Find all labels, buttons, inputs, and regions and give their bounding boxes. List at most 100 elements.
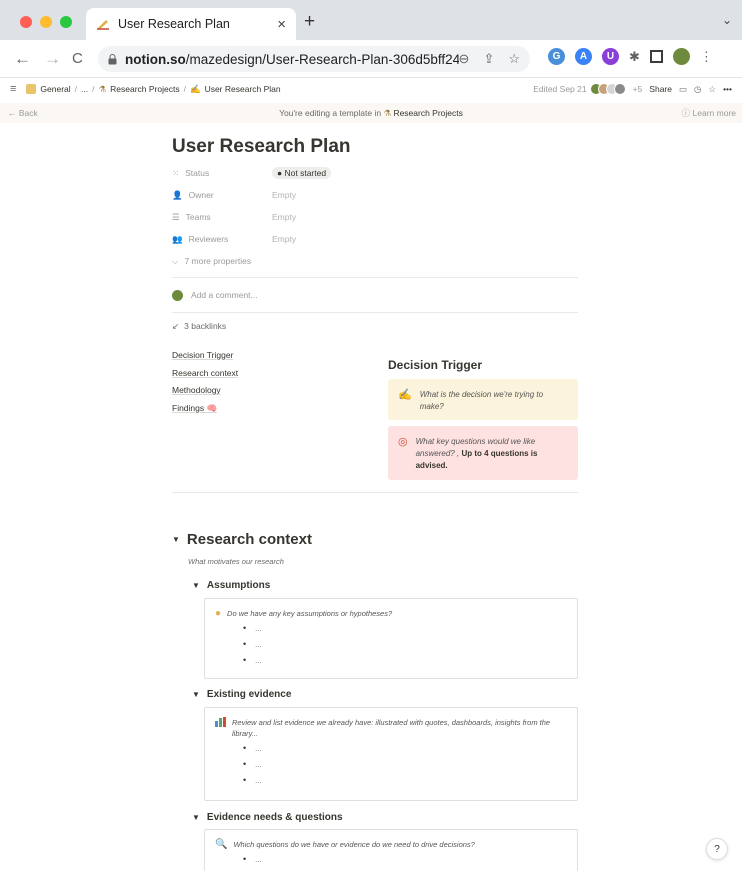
toc-item-methodology[interactable]: Methodology [172, 385, 238, 403]
questions-callout[interactable]: ◎ What key questions would we like answe… [388, 426, 578, 480]
avatar [172, 289, 183, 301]
extension-icon-1[interactable]: G [548, 48, 565, 65]
share-page-icon[interactable]: ⇪ [483, 51, 494, 67]
list-icon: ☰ [172, 211, 180, 222]
add-comment-field[interactable]: Add a comment... [172, 278, 578, 312]
property-reviewers[interactable]: 👥 Reviewers Empty [172, 228, 578, 250]
extensions-row: G A U ✱ ⋮ [548, 48, 713, 65]
people-icon: 👤 [172, 189, 183, 200]
forward-arrow-icon[interactable]: → [44, 49, 61, 69]
assumptions-box[interactable]: ● Do we have any key assumptions or hypo… [204, 598, 578, 679]
history-icon[interactable]: ◷ [694, 84, 701, 95]
more-properties-toggle[interactable]: ⌵ 7 more properties [172, 250, 578, 272]
notion-topbar: ≡ General / ... / ⚗ Research Projects / … [0, 78, 742, 100]
breadcrumb-current[interactable]: User Research Plan [205, 84, 281, 94]
url-text: notion.so/mazedesign/User-Research-Plan-… [125, 51, 459, 67]
existing-evidence-heading[interactable]: ▼ Existing evidence [192, 689, 291, 700]
pen-icon: ✍ [398, 389, 412, 401]
new-tab-button[interactable]: + [304, 11, 315, 33]
favorite-star-icon[interactable]: ☆ [708, 84, 716, 95]
decision-callout[interactable]: ✍ What is the decision we're trying to m… [388, 379, 578, 420]
target-icon: ◎ [398, 436, 408, 448]
property-teams[interactable]: ☰ Teams Empty [172, 206, 578, 228]
list-item[interactable]: ... [243, 758, 567, 771]
toc-item-research-context[interactable]: Research context [172, 368, 238, 386]
bar-chart-icon [215, 717, 226, 727]
status-icon: ⁙ [172, 167, 180, 178]
more-options-icon[interactable]: ••• [723, 84, 732, 94]
magnifying-glass-icon: 🔍 [215, 839, 228, 850]
browser-toolbar: ← → C notion.so/mazedesign/User-Research… [0, 40, 742, 78]
template-target-link[interactable]: Research Projects [393, 108, 462, 118]
pen-icon [97, 20, 109, 30]
toggle-triangle-icon[interactable]: ▼ [192, 813, 200, 822]
existing-evidence-box[interactable]: Review and list evidence we already have… [204, 707, 578, 801]
page-title[interactable]: User Research Plan [172, 136, 578, 162]
evidence-needs-heading[interactable]: ▼ Evidence needs & questions [192, 812, 343, 823]
minimize-window-button[interactable] [40, 16, 52, 28]
divider [172, 492, 578, 493]
share-button[interactable]: Share [649, 84, 672, 94]
chevron-down-icon: ⌵ [172, 255, 179, 266]
assumptions-heading[interactable]: ▼ Assumptions [192, 580, 270, 591]
property-status[interactable]: ⁙ Status ● Not started [172, 162, 578, 184]
list-item[interactable]: ... [243, 853, 567, 866]
property-owner[interactable]: 👤 Owner Empty [172, 184, 578, 206]
edited-timestamp: Edited Sep 21 [533, 84, 587, 94]
status-badge[interactable]: ● Not started [272, 167, 332, 179]
research-context-heading[interactable]: ▼ Research context [172, 531, 312, 548]
collaborator-avatars[interactable] [589, 83, 626, 95]
zoom-icon[interactable]: ⊖ [459, 51, 470, 67]
list-item[interactable]: ... [243, 742, 567, 755]
toc-item-decision-trigger[interactable]: Decision Trigger [172, 350, 238, 368]
toggle-triangle-icon[interactable]: ▼ [172, 535, 180, 544]
address-bar[interactable]: notion.so/mazedesign/User-Research-Plan-… [98, 46, 530, 72]
help-button[interactable]: ? [706, 838, 728, 860]
breadcrumb-general[interactable]: General [40, 84, 70, 94]
bookmark-star-icon[interactable]: ☆ [508, 51, 520, 67]
toggle-triangle-icon[interactable]: ▼ [192, 581, 200, 590]
toggle-triangle-icon[interactable]: ▼ [192, 690, 200, 699]
table-of-contents: Decision Trigger Research context Method… [172, 350, 238, 420]
list-item[interactable]: ... [243, 622, 567, 635]
puzzle-icon[interactable]: ✱ [629, 49, 640, 65]
close-window-button[interactable] [20, 16, 32, 28]
window-controls [20, 16, 72, 28]
browser-tab[interactable]: User Research Plan × [86, 8, 296, 40]
research-context-subtitle: What motivates our research [188, 557, 284, 566]
backlinks-link[interactable]: ↙ 3 backlinks [172, 313, 578, 339]
learn-more-link[interactable]: ⓘ Learn more [682, 107, 736, 119]
tab-close-icon[interactable]: × [277, 16, 286, 33]
page-body: User Research Plan ⁙ Status ● Not started… [172, 136, 578, 339]
decision-trigger-section: Decision Trigger ✍ What is the decision … [388, 358, 578, 480]
extension-icon-3[interactable]: U [602, 48, 619, 65]
maximize-window-button[interactable] [60, 16, 72, 28]
sidebar-toggle-icon[interactable]: ≡ [10, 83, 16, 95]
microscope-icon: ⚗ [383, 107, 392, 118]
breadcrumb-research-projects[interactable]: Research Projects [110, 84, 179, 94]
pen-icon: ✍ [189, 83, 201, 94]
profile-avatar[interactable] [672, 48, 690, 65]
decision-trigger-heading[interactable]: Decision Trigger [388, 358, 578, 379]
list-item[interactable]: ... [243, 654, 567, 667]
template-message: You're editing a template in ⚗ Research … [279, 107, 463, 118]
extension-icon-2[interactable]: A [575, 48, 592, 65]
evidence-needs-box[interactable]: 🔍 Which questions do we have or evidence… [204, 829, 578, 871]
list-item[interactable]: ... [243, 638, 567, 651]
toc-item-findings[interactable]: Findings 🧠 [172, 403, 238, 421]
back-arrow-icon[interactable]: ← [14, 49, 31, 69]
breadcrumb-ellipsis[interactable]: ... [81, 84, 88, 94]
side-panel-icon[interactable] [649, 50, 663, 63]
tab-search-icon[interactable]: ⌄ [722, 13, 732, 27]
tab-title: User Research Plan [118, 17, 230, 31]
arrow-icon: ↙ [172, 320, 180, 331]
lock-icon [108, 53, 117, 64]
reload-icon[interactable]: C [72, 50, 83, 67]
microscope-icon: ⚗ [98, 83, 107, 94]
menu-kebab-icon[interactable]: ⋮ [700, 49, 713, 65]
list-item[interactable]: ... [243, 774, 567, 787]
comments-icon[interactable]: ▭ [679, 84, 687, 95]
browser-tab-bar: User Research Plan × + ⌄ [0, 0, 742, 40]
template-editing-bar: ← Back You're editing a template in ⚗ Re… [0, 103, 742, 123]
general-icon [26, 84, 37, 94]
